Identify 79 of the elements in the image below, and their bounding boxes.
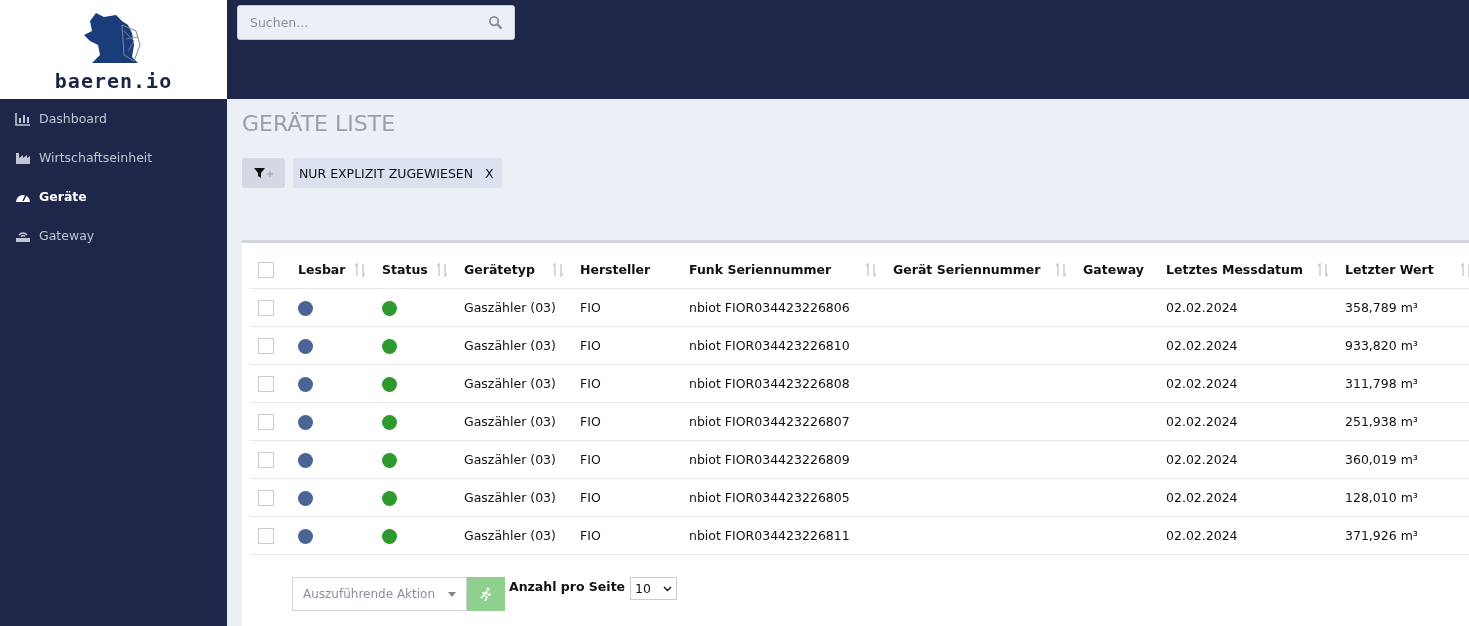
per-page-select[interactable]: 10 bbox=[630, 577, 678, 600]
table-cell: 358,789 m³ bbox=[1345, 300, 1418, 315]
filter-chip-label: NUR EXPLIZIT ZUGEWIESEN bbox=[299, 165, 474, 181]
column-header[interactable]: Letztes Messdatum bbox=[1166, 262, 1304, 277]
table-cell: Gaszähler (03) bbox=[464, 452, 556, 467]
table-cell: 02.02.2024 bbox=[1166, 452, 1238, 467]
bar-chart-icon bbox=[15, 111, 31, 126]
table-cell: 360,019 m³ bbox=[1345, 452, 1418, 467]
per-page-label: Anzahl pro Seite bbox=[509, 578, 626, 594]
column-header[interactable]: Gerätetyp bbox=[464, 262, 535, 277]
sort-icon[interactable] bbox=[865, 262, 877, 277]
sidebar-item[interactable]: Dashboard bbox=[0, 99, 227, 138]
table-cell: 02.02.2024 bbox=[1166, 490, 1238, 505]
sort-icon[interactable] bbox=[1460, 262, 1469, 277]
table-cell: nbiot FIOR034423226810 bbox=[689, 338, 850, 353]
table-cell: 311,798 m³ bbox=[1345, 376, 1418, 391]
table-cell: Gaszähler (03) bbox=[464, 376, 556, 391]
table-cell: FIO bbox=[580, 338, 601, 353]
column-header[interactable]: Gerät Seriennummer bbox=[893, 262, 1041, 277]
table-cell: FIO bbox=[580, 490, 601, 505]
row-checkbox[interactable] bbox=[258, 337, 274, 354]
row-checkbox[interactable] bbox=[258, 413, 274, 430]
table-cell: Gaszähler (03) bbox=[464, 414, 556, 429]
column-header[interactable]: Status bbox=[382, 262, 428, 277]
search-field[interactable]: Suchen... bbox=[237, 5, 515, 40]
sidebar-item[interactable]: Geräte bbox=[0, 177, 227, 216]
sidebar-item[interactable]: Gateway bbox=[0, 216, 227, 255]
funnel-plus-icon bbox=[253, 167, 274, 179]
select-all-checkbox[interactable] bbox=[258, 261, 274, 278]
row-checkbox[interactable] bbox=[258, 451, 274, 468]
column-header[interactable]: Gateway bbox=[1083, 262, 1144, 277]
table-cell: 02.02.2024 bbox=[1166, 376, 1238, 391]
table-cell: FIO bbox=[580, 376, 601, 391]
column-header[interactable]: Lesbar bbox=[298, 262, 346, 277]
running-person-icon bbox=[479, 587, 493, 601]
table-cell: nbiot FIOR034423226806 bbox=[689, 300, 850, 315]
row-checkbox[interactable] bbox=[258, 489, 274, 506]
factory-icon bbox=[15, 150, 31, 165]
table-cell: Gaszähler (03) bbox=[464, 528, 556, 543]
table-cell: FIO bbox=[580, 300, 601, 315]
table-cell: nbiot FIOR034423226808 bbox=[689, 376, 850, 391]
table-cell: Gaszähler (03) bbox=[464, 490, 556, 505]
table-cell: FIO bbox=[580, 414, 601, 429]
table-cell: FIO bbox=[580, 452, 601, 467]
table-cell: 02.02.2024 bbox=[1166, 528, 1238, 543]
sidebar-item[interactable]: Wirtschaftseinheit bbox=[0, 138, 227, 177]
column-header[interactable]: Letzter Wert bbox=[1345, 262, 1434, 277]
table-cell: 933,820 m³ bbox=[1345, 338, 1418, 353]
sort-icon[interactable] bbox=[436, 262, 448, 277]
table-cell: Gaszähler (03) bbox=[464, 300, 556, 315]
table-cell: nbiot FIOR034423226809 bbox=[689, 452, 850, 467]
table-cell: nbiot FIOR034423226807 bbox=[689, 414, 850, 429]
table-cell: 251,938 m³ bbox=[1345, 414, 1418, 429]
table-cell: 02.02.2024 bbox=[1166, 338, 1238, 353]
column-header[interactable]: Funk Seriennummer bbox=[689, 262, 832, 277]
row-checkbox[interactable] bbox=[258, 299, 274, 316]
table-cell: 02.02.2024 bbox=[1166, 300, 1238, 315]
table-cell: 371,926 m³ bbox=[1345, 528, 1418, 543]
table-cell: 02.02.2024 bbox=[1166, 414, 1238, 429]
table-cell: nbiot FIOR034423226805 bbox=[689, 490, 850, 505]
logo-text: baeren.io bbox=[54, 69, 173, 93]
chip-close-button[interactable]: X bbox=[485, 165, 494, 181]
caret-icon bbox=[448, 591, 456, 597]
sort-icon[interactable] bbox=[552, 262, 564, 277]
chevron-down-icon bbox=[663, 585, 673, 592]
table-cell: Gaszähler (03) bbox=[464, 338, 556, 353]
row-checkbox[interactable] bbox=[258, 375, 274, 392]
row-checkbox[interactable] bbox=[258, 527, 274, 544]
page-title: GERÄTE LISTE bbox=[242, 111, 397, 136]
table-cell: 128,010 m³ bbox=[1345, 490, 1418, 505]
column-header[interactable]: Hersteller bbox=[580, 262, 651, 277]
sort-icon[interactable] bbox=[1055, 262, 1067, 277]
table-cell: nbiot FIOR034423226811 bbox=[689, 528, 850, 543]
sort-icon[interactable] bbox=[354, 262, 366, 277]
search-icon[interactable] bbox=[488, 15, 503, 30]
run-button[interactable] bbox=[467, 577, 505, 611]
sort-icon[interactable] bbox=[1317, 262, 1329, 277]
table-cell: FIO bbox=[580, 528, 601, 543]
add-filter-button[interactable] bbox=[242, 158, 285, 188]
